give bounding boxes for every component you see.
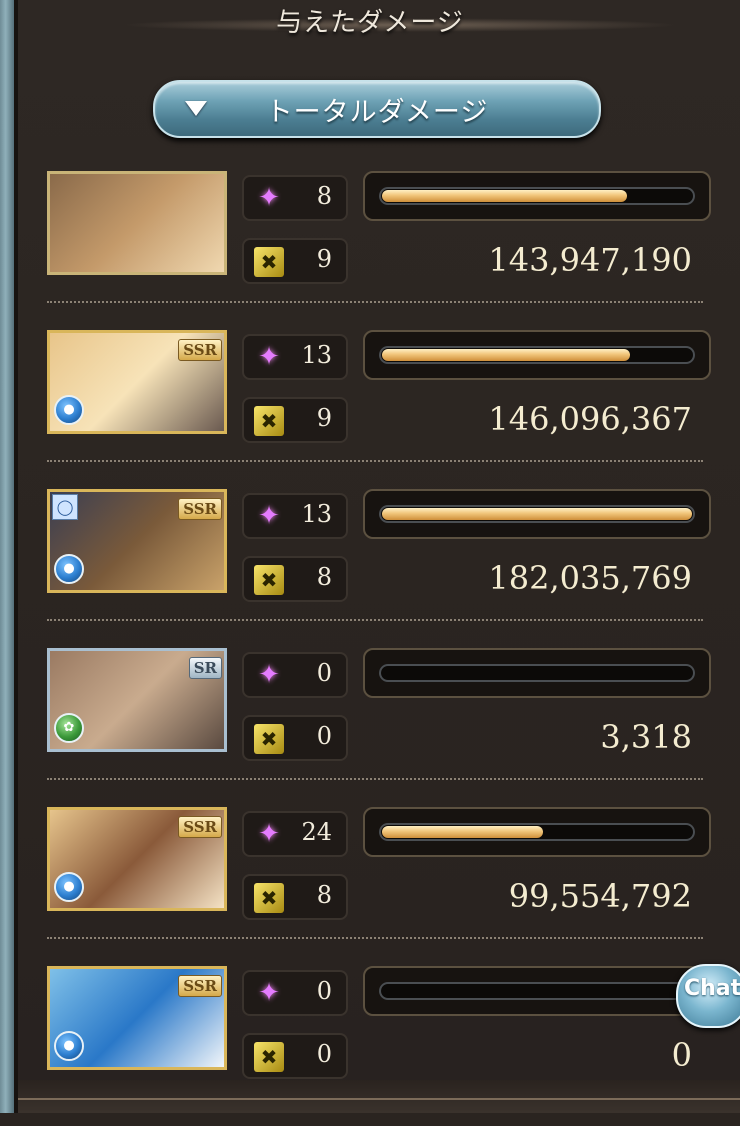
damage-bar-track [379,505,695,523]
character-portrait[interactable] [47,171,227,275]
skill-count: ✖ 9 [242,397,348,443]
skill-count-value: 9 [316,404,332,432]
damage-bar-fill [382,190,627,202]
purple-sparkle-icon: ✦ [258,660,280,690]
damage-value: 0 [671,1036,692,1074]
ougi-count-value: 8 [316,182,332,210]
purple-sparkle-icon: ✦ [258,819,280,849]
skill-count-value: 8 [316,563,332,591]
damage-value: 99,554,792 [508,877,692,915]
character-portrait[interactable]: SSR ● [47,330,227,434]
ougi-count: ✦ 13 [242,334,348,380]
character-art [50,174,224,272]
gold-skill-icon: ✖ [254,247,284,277]
gold-skill-icon: ✖ [254,724,284,754]
ougi-count-value: 13 [301,341,332,369]
damage-value: 182,035,769 [488,559,692,597]
damage-bar [363,489,711,539]
damage-bar-track [379,346,695,364]
damage-bar-track [379,982,695,1000]
character-row: ✦ 8 ✖ 9 143,947,190 [0,171,740,331]
damage-value: 3,318 [600,718,692,756]
damage-value: 143,947,190 [488,241,692,279]
damage-bar-track [379,187,695,205]
wind-element-icon: ✿ [54,713,84,743]
gold-skill-icon: ✖ [254,1042,284,1072]
water-element-icon: ● [54,395,84,425]
damage-bar [363,966,711,1016]
row-divider [47,619,703,621]
skill-count: ✖ 0 [242,1033,348,1079]
rarity-badge: SSR [178,339,222,361]
skill-count-value: 8 [316,881,332,909]
chat-button[interactable]: Chat [676,964,740,1028]
ougi-count-value: 13 [301,500,332,528]
purple-sparkle-icon: ✦ [258,342,280,372]
ougi-count: ✦ 24 [242,811,348,857]
page-title: 与えたダメージ [276,8,464,38]
skill-count-value: 9 [316,245,332,273]
purple-sparkle-icon: ✦ [258,183,280,213]
gold-skill-icon: ✖ [254,565,284,595]
bottom-bar [18,1080,740,1113]
row-divider [47,301,703,303]
rarity-badge: SR [188,657,222,679]
damage-bar [363,648,711,698]
skill-count-value: 0 [316,722,332,750]
water-element-icon: ● [54,554,84,584]
dropdown-label: トータルダメージ [265,97,489,128]
character-row: SSR ● ✦ 24 ✖ 8 99,554,792 [0,807,740,967]
damage-bar-fill [382,508,692,520]
rarity-badge: SSR [178,498,222,520]
damage-bar-fill [382,349,630,361]
ougi-count: ✦ 0 [242,652,348,698]
damage-bar-track [379,664,695,682]
character-portrait[interactable]: SSR ◯ ● [47,489,227,593]
purple-sparkle-icon: ✦ [258,978,280,1008]
ougi-count-value: 24 [301,818,332,846]
character-row: SR ✿ ✦ 0 ✖ 0 3,318 [0,648,740,808]
rarity-badge: SSR [178,975,222,997]
skill-count: ✖ 9 [242,238,348,284]
water-element-icon: ● [54,1031,84,1061]
character-row: SSR ● ✦ 13 ✖ 9 146,096,367 [0,330,740,490]
damage-type-dropdown[interactable]: トータルダメージ [153,80,601,138]
ougi-count-value: 0 [316,977,332,1005]
damage-bar-track [379,823,695,841]
row-divider [47,937,703,939]
character-portrait[interactable]: SR ✿ [47,648,227,752]
gold-skill-icon: ✖ [254,883,284,913]
ring-icon: ◯ [52,494,78,520]
bottom-bar-line [18,1098,740,1100]
rarity-badge: SSR [178,816,222,838]
purple-sparkle-icon: ✦ [258,501,280,531]
ougi-count: ✦ 13 [242,493,348,539]
gold-skill-icon: ✖ [254,406,284,436]
damage-bar [363,807,711,857]
damage-bar-fill [382,826,543,838]
skill-count: ✖ 0 [242,715,348,761]
ougi-count-value: 0 [316,659,332,687]
chat-button-label: Chat [684,976,740,1001]
skill-count: ✖ 8 [242,874,348,920]
character-portrait[interactable]: SSR ● [47,807,227,911]
damage-value: 146,096,367 [488,400,692,438]
damage-bar [363,330,711,380]
row-divider [47,778,703,780]
ougi-count: ✦ 8 [242,175,348,221]
damage-bar [363,171,711,221]
character-row: SSR ◯ ● ✦ 13 ✖ 8 182,035,769 [0,489,740,649]
skill-count-value: 0 [316,1040,332,1068]
character-portrait[interactable]: SSR ● [47,966,227,1070]
ougi-count: ✦ 0 [242,970,348,1016]
water-element-icon: ● [54,872,84,902]
row-divider [47,460,703,462]
skill-count: ✖ 8 [242,556,348,602]
